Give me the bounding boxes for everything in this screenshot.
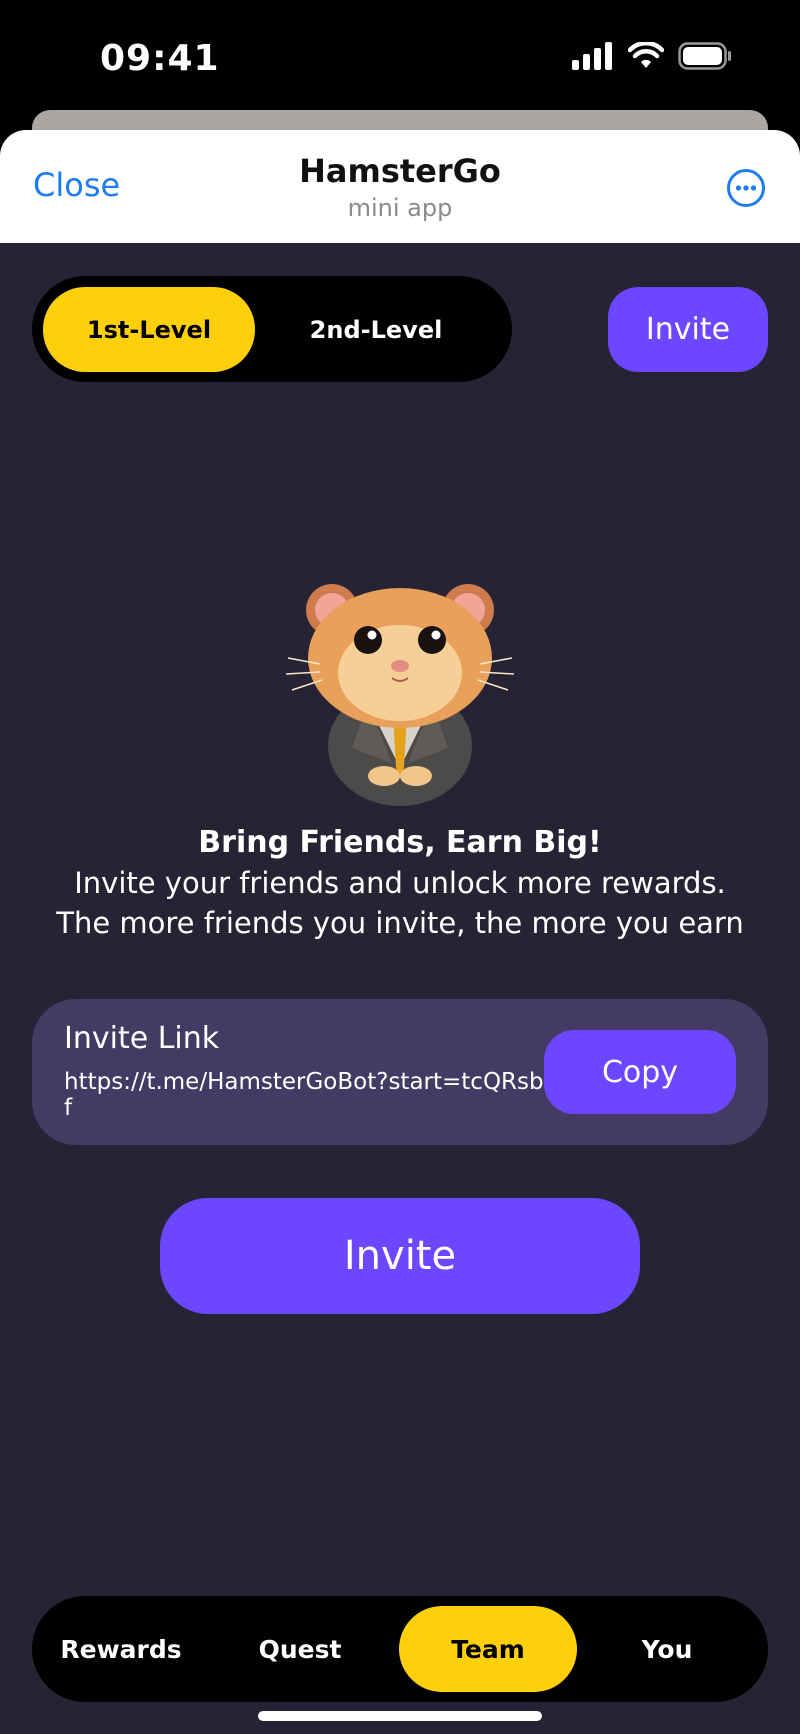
promo-line-1: Invite your friends and unlock more rewa… [74, 866, 726, 900]
app-title: HamsterGo [299, 152, 501, 190]
bottom-nav: Rewards Quest Team You [32, 1596, 768, 1702]
tab-2nd-level[interactable]: 2nd-Level [270, 287, 482, 372]
hamster-mascot [285, 584, 515, 806]
more-options-icon[interactable] [726, 168, 766, 208]
nav-item-you[interactable]: You [578, 1606, 756, 1692]
nav-item-rewards[interactable]: Rewards [32, 1606, 210, 1692]
app-subtitle: mini app [347, 194, 453, 222]
wifi-icon [628, 42, 664, 68]
tab-1st-level[interactable]: 1st-Level [43, 287, 255, 372]
invite-link-url: https://t.me/HamsterGoBot?start=tcQRsbHf [64, 1069, 561, 1121]
status-time: 09:41 [100, 38, 220, 79]
invite-link-label: Invite Link [64, 1021, 220, 1056]
mini-app-header: Close HamsterGo mini app [0, 130, 800, 243]
level-tabs: 1st-Level 2nd-Level [32, 276, 512, 382]
nav-item-team[interactable]: Team [399, 1606, 577, 1692]
promo-title: Bring Friends, Earn Big! [198, 825, 602, 860]
invite-button[interactable]: Invite [160, 1198, 640, 1314]
home-indicator [258, 1711, 542, 1721]
copy-button[interactable]: Copy [544, 1030, 736, 1114]
promo-text: Bring Friends, Earn Big! Invite your fri… [0, 823, 800, 943]
invite-header-button[interactable]: Invite [608, 287, 768, 372]
promo-line-2: The more friends you invite, the more yo… [56, 906, 744, 940]
invite-link-card: Invite Link https://t.me/HamsterGoBot?st… [32, 999, 768, 1145]
nav-item-quest[interactable]: Quest [211, 1606, 389, 1692]
status-icons [572, 42, 732, 70]
battery-icon [678, 42, 731, 70]
status-bar: 09:41 [0, 0, 800, 118]
signal-icon [572, 42, 612, 70]
main-content: 1st-Level 2nd-Level Invite Bring Friends… [0, 243, 800, 1734]
